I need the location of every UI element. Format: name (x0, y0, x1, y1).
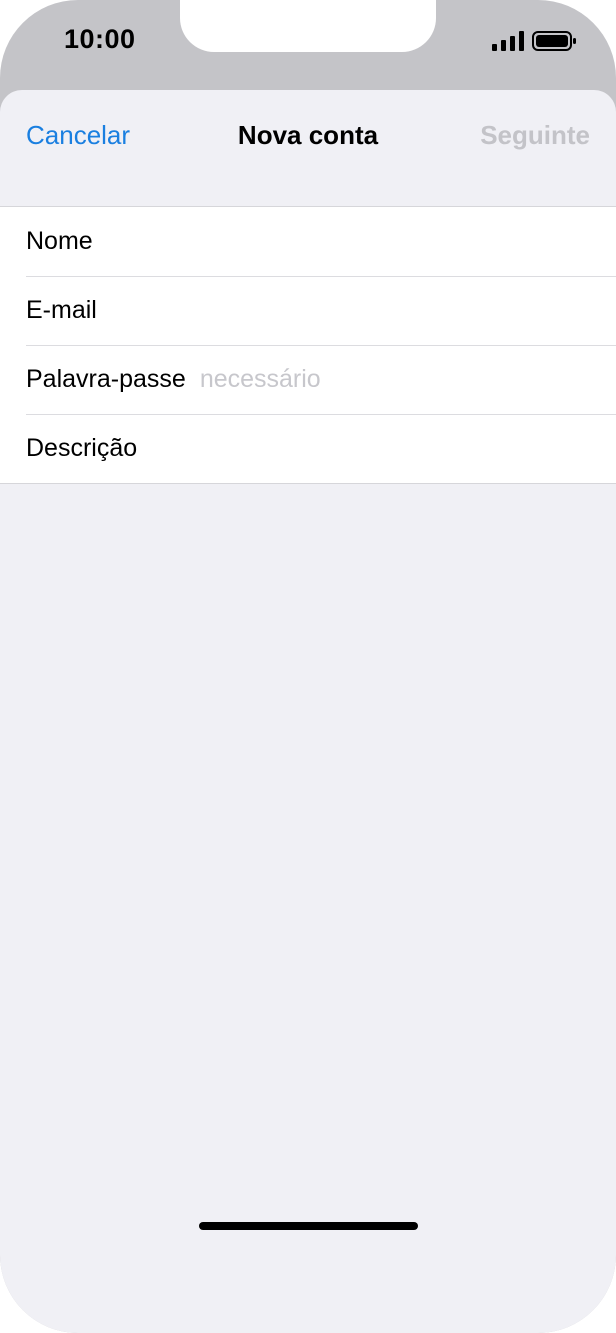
home-indicator[interactable] (199, 1222, 418, 1230)
status-bar: 10:00 (0, 0, 616, 90)
account-form: Nome E-mail Palavra-passe Descrição (0, 206, 616, 484)
description-input[interactable] (151, 428, 616, 469)
description-label: Descrição (26, 434, 138, 462)
phone-frame: 10:00 Cancelar Nova conta Seguinte Nome … (0, 0, 616, 1333)
password-label: Palavra-passe (26, 365, 186, 393)
name-input[interactable] (106, 221, 616, 262)
cellular-signal-icon (492, 31, 524, 51)
new-account-sheet: Cancelar Nova conta Seguinte Nome E-mail… (0, 90, 616, 1333)
name-row[interactable]: Nome (0, 207, 616, 276)
battery-icon (532, 31, 576, 51)
email-input[interactable] (110, 290, 616, 331)
email-label: E-mail (26, 296, 97, 324)
email-row[interactable]: E-mail (0, 276, 616, 345)
password-row[interactable]: Palavra-passe (0, 345, 616, 414)
password-input[interactable] (199, 359, 616, 400)
status-time: 10:00 (64, 24, 136, 54)
next-button[interactable]: Seguinte (480, 120, 590, 151)
navigation-bar: Cancelar Nova conta Seguinte (0, 90, 616, 178)
description-row[interactable]: Descrição (0, 414, 616, 483)
notch (180, 0, 436, 52)
name-label: Nome (26, 227, 93, 255)
